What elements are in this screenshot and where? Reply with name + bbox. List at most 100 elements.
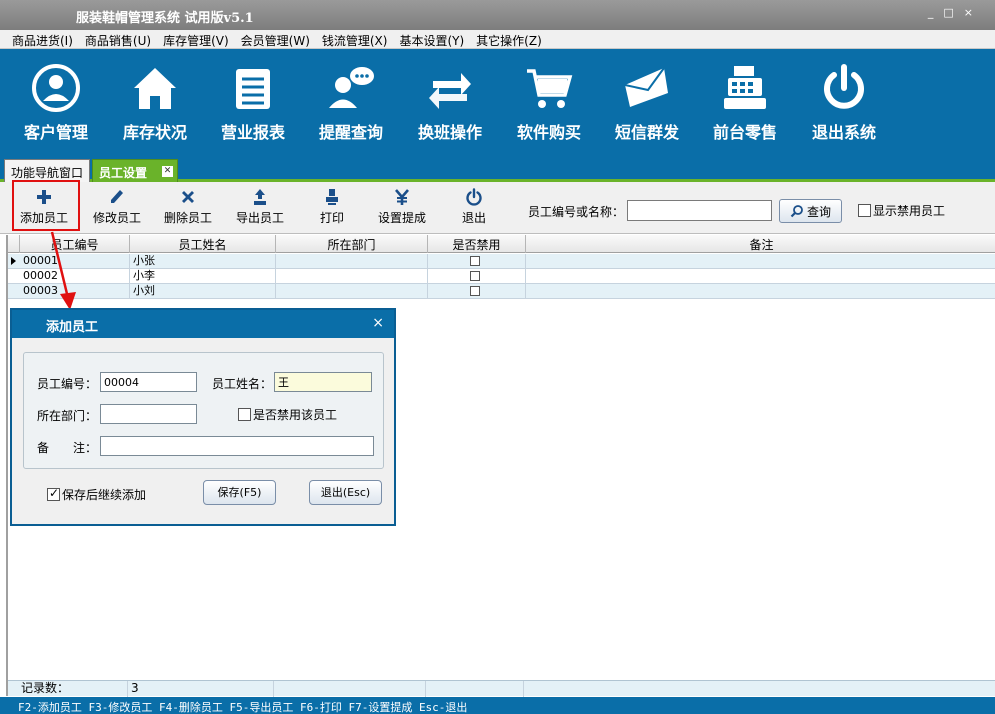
- employee-name-field[interactable]: [274, 372, 372, 392]
- maximize-button[interactable]: □: [943, 6, 953, 19]
- employee-toolbar: 添加员工 修改员工 删除员工 导出员工 打印 设置提成 退出: [0, 182, 995, 234]
- menu-settings[interactable]: 基本设置(Y): [393, 30, 470, 49]
- print-button[interactable]: 打印: [320, 188, 344, 226]
- header-note[interactable]: 备注: [526, 235, 995, 253]
- row-disabled-checkbox[interactable]: [470, 271, 480, 281]
- row-selected-indicator: [11, 257, 16, 265]
- cell-id: 00002: [20, 269, 130, 284]
- tab-employee-settings[interactable]: 员工设置 ✕: [92, 159, 178, 182]
- magnifier-icon: [790, 205, 803, 218]
- tab-navigation[interactable]: 功能导航窗口: [4, 159, 90, 182]
- cell-id: 00001: [20, 254, 130, 269]
- cell-note: [526, 269, 995, 284]
- report-icon: [236, 69, 270, 109]
- print-label: 打印: [320, 211, 345, 225]
- mainbar-stock-label: 库存状况: [122, 123, 187, 142]
- edit-employee-button[interactable]: 修改员工: [93, 188, 141, 226]
- exit-label: 退出: [462, 211, 487, 225]
- search-input[interactable]: [627, 200, 772, 221]
- query-button[interactable]: 查询: [779, 199, 842, 223]
- header-dept[interactable]: 所在部门: [276, 235, 428, 253]
- window-titlebar: 服装鞋帽管理系统 试用版v5.1 _ □ ×: [0, 0, 995, 30]
- mainbar-customer[interactable]: 客户管理: [10, 63, 102, 143]
- menu-members[interactable]: 会员管理(W): [235, 30, 316, 49]
- footer-cell: [274, 681, 426, 697]
- delete-employee-button[interactable]: 删除员工: [164, 188, 212, 226]
- disable-employee-label: 是否禁用该员工: [253, 408, 338, 422]
- cell-name: 小张: [130, 254, 276, 269]
- employee-id-field[interactable]: [100, 372, 197, 392]
- continue-add-toggle[interactable]: 保存后继续添加: [47, 486, 146, 503]
- table-row[interactable]: 00002 小李: [8, 269, 995, 284]
- menu-purchase[interactable]: 商品进货(I): [6, 30, 79, 49]
- header-disabled[interactable]: 是否禁用: [428, 235, 526, 253]
- dialog-title: 添加员工: [46, 320, 99, 335]
- note-field[interactable]: [100, 436, 374, 456]
- dialog-close-button[interactable]: ×: [372, 315, 384, 331]
- header-name[interactable]: 员工姓名: [130, 235, 276, 253]
- department-field[interactable]: [100, 404, 197, 424]
- mail-icon: [624, 67, 668, 107]
- mainbar-buy[interactable]: 软件购买: [503, 63, 595, 143]
- mainbar-retail[interactable]: 前台零售: [699, 63, 791, 143]
- mainbar-shift-label: 换班操作: [417, 123, 482, 142]
- header-indicator: [8, 235, 20, 253]
- cart-icon: [527, 69, 573, 108]
- row-disabled-checkbox[interactable]: [470, 256, 480, 266]
- cell-dept: [276, 269, 428, 284]
- table-row[interactable]: 00003 小刘: [8, 284, 995, 299]
- row-disabled-checkbox[interactable]: [470, 286, 480, 296]
- delete-employee-label: 删除员工: [164, 211, 213, 225]
- cell-dept: [276, 284, 428, 299]
- menu-inventory[interactable]: 库存管理(V): [157, 30, 235, 49]
- save-button[interactable]: 保存(F5): [203, 480, 276, 505]
- main-icon-bar: 客户管理 库存状况 营业报表 提醒查询 换班操作 软件购买 短信群发 前台零售 …: [0, 49, 995, 155]
- cell-name: 小刘: [130, 284, 276, 299]
- dialog-exit-button[interactable]: 退出(Esc): [309, 480, 382, 505]
- mainbar-exit[interactable]: 退出系统: [798, 63, 890, 143]
- exit-button[interactable]: 退出: [462, 188, 486, 226]
- mainbar-stock[interactable]: 库存状况: [109, 63, 201, 143]
- window-controls: _ □ ×: [928, 6, 973, 19]
- menu-bar: 商品进货(I) 商品销售(U) 库存管理(V) 会员管理(W) 钱流管理(X) …: [0, 30, 995, 49]
- cell-note: [526, 254, 995, 269]
- show-disabled-checkbox[interactable]: [858, 204, 871, 217]
- mainbar-sms[interactable]: 短信群发: [601, 63, 693, 143]
- mainbar-retail-label: 前台零售: [712, 123, 777, 142]
- menu-sales[interactable]: 商品销售(U): [79, 30, 157, 49]
- add-button-highlight: [12, 180, 80, 231]
- cell-note: [526, 284, 995, 299]
- set-commission-button[interactable]: 设置提成: [378, 188, 426, 226]
- customer-icon: [32, 64, 80, 112]
- power-icon: [466, 188, 482, 206]
- mainbar-sms-label: 短信群发: [614, 123, 679, 142]
- export-employee-label: 导出员工: [236, 211, 285, 225]
- disable-employee-toggle[interactable]: 是否禁用该员工: [238, 406, 337, 423]
- table-header: 员工编号 员工姓名 所在部门 是否禁用 备注: [8, 235, 995, 253]
- tab-strip: 功能导航窗口 员工设置 ✕: [0, 155, 995, 182]
- footer-cell: [426, 681, 524, 697]
- disable-employee-checkbox[interactable]: [238, 408, 251, 421]
- mainbar-remind[interactable]: 提醒查询: [305, 63, 397, 143]
- employee-name-label: 员工姓名：: [212, 377, 273, 391]
- pencil-icon: [111, 190, 123, 203]
- x-icon: [182, 191, 194, 203]
- header-id[interactable]: 员工编号: [20, 235, 130, 253]
- menu-other[interactable]: 其它操作(Z): [470, 30, 548, 49]
- mainbar-report[interactable]: 营业报表: [207, 63, 299, 143]
- cell-dept: [276, 254, 428, 269]
- continue-add-checkbox[interactable]: [47, 486, 60, 501]
- close-button[interactable]: ×: [964, 6, 973, 19]
- department-label: 所在部门：: [37, 409, 98, 423]
- minimize-button[interactable]: _: [928, 6, 934, 19]
- show-disabled-toggle[interactable]: 显示禁用员工: [858, 202, 945, 219]
- mainbar-exit-label: 退出系统: [811, 123, 876, 142]
- swap-icon: [429, 73, 471, 109]
- table-row[interactable]: 00001 小张: [8, 254, 995, 269]
- menu-cashflow[interactable]: 钱流管理(X): [316, 30, 394, 49]
- tab-employee-settings-label: 员工设置: [99, 166, 148, 180]
- mainbar-shift[interactable]: 换班操作: [404, 63, 496, 143]
- tab-close-icon[interactable]: ✕: [162, 166, 173, 177]
- table-footer: 记录数： 3: [8, 680, 995, 697]
- export-employee-button[interactable]: 导出员工: [236, 188, 284, 226]
